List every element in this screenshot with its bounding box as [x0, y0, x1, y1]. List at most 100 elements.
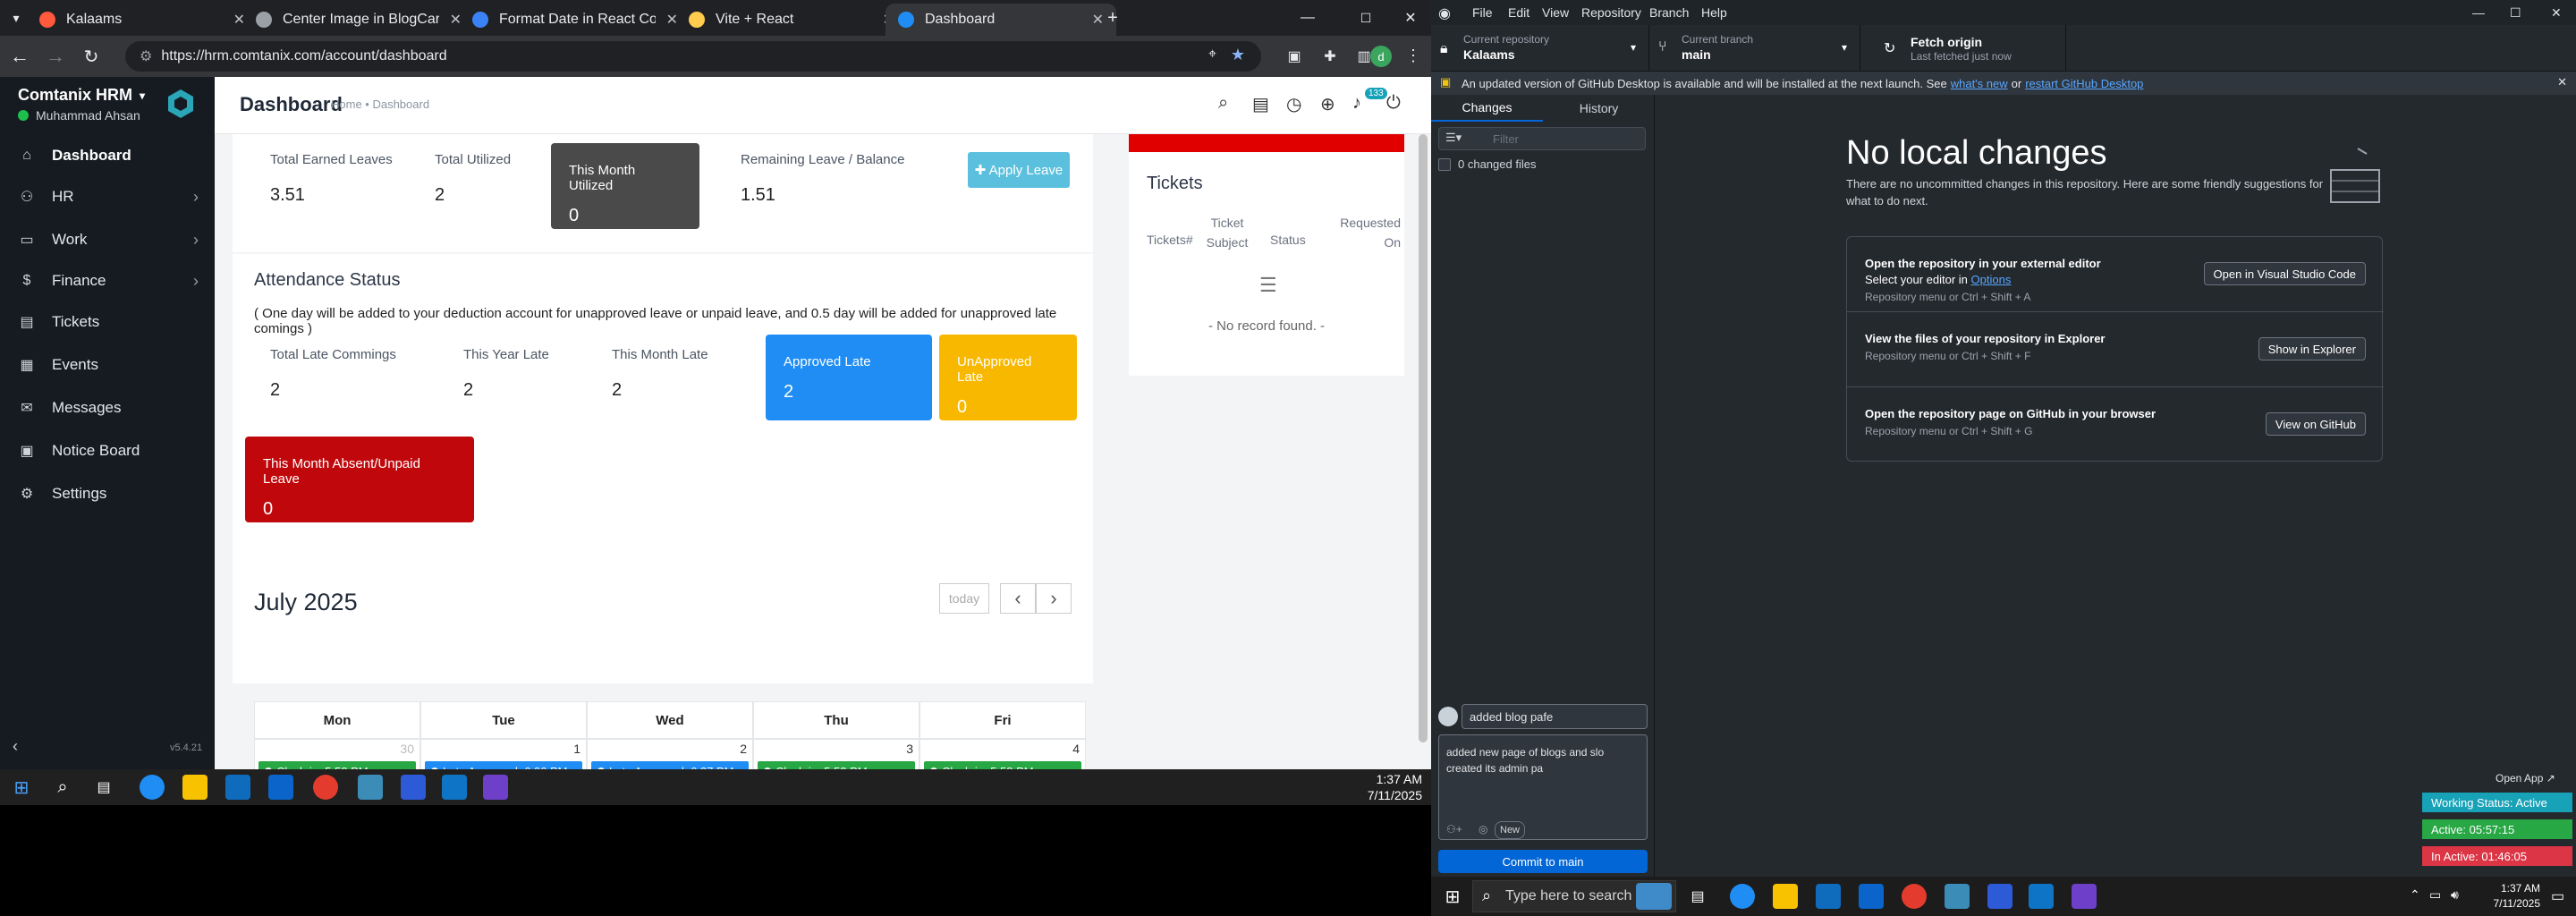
options-link[interactable]: Options: [1971, 273, 2012, 286]
forward-icon[interactable]: →: [39, 40, 72, 72]
calendar-event[interactable]: Clock-in: 5:52 PM: [758, 761, 915, 769]
profile-avatar[interactable]: d: [1370, 46, 1392, 67]
calendar-day-cell[interactable]: 1Late Approved: 6:06 PMActive Time: 02:3…: [420, 739, 587, 769]
today-button[interactable]: today: [939, 583, 989, 614]
copilot-icon[interactable]: ◎: [1479, 821, 1487, 837]
file-explorer-icon[interactable]: [182, 775, 208, 800]
sidebar-item-messages[interactable]: ✉ Messages: [0, 388, 215, 428]
store-icon[interactable]: [1816, 884, 1841, 909]
tab-changes[interactable]: Changes: [1431, 95, 1543, 122]
volume-icon[interactable]: 🔊︎: [2451, 887, 2459, 903]
show-in-explorer-button[interactable]: Show in Explorer: [2258, 337, 2366, 360]
store-icon[interactable]: [225, 775, 250, 800]
calendar-day-cell[interactable]: 3Clock-in: 5:52 PMActive Time: 07:20:49B…: [753, 739, 919, 769]
search-icon[interactable]: ⌕: [52, 776, 73, 798]
puzzle-icon[interactable]: ✚: [1320, 47, 1340, 66]
app-icon[interactable]: [1945, 884, 1970, 909]
close-icon[interactable]: ✕: [2557, 75, 2567, 89]
apply-leave-button[interactable]: ✚ Apply Leave: [968, 152, 1070, 188]
add-coauthor-icon[interactable]: ⚇+: [1446, 821, 1462, 837]
open-app-link[interactable]: Open App ↗: [2496, 769, 2572, 787]
site-info-icon[interactable]: ⚙: [140, 47, 152, 65]
power-icon[interactable]: ⏻: [1386, 93, 1401, 114]
commit-button[interactable]: Commit to main: [1438, 850, 1648, 873]
tab-dashboard[interactable]: Dashboard ✕: [886, 4, 1116, 36]
calendar-day-cell[interactable]: 4Clock-in: 5:58 PMActive Time: 07:03:32B…: [919, 739, 1086, 769]
bookmark-star-icon[interactable]: ★: [1231, 46, 1245, 64]
address-bar[interactable]: ⚙ https://hrm.comtanix.com/account/dashb…: [125, 41, 1261, 72]
whats-new-link[interactable]: what's new: [1951, 77, 2008, 90]
tab-center-image[interactable]: Center Image in BlogCard ✕: [243, 4, 474, 36]
sidebar-item-dashboard[interactable]: ⌂ Dashboard: [0, 136, 215, 175]
reload-icon[interactable]: ↻: [75, 40, 107, 72]
calendar-event[interactable]: Late Approved: 6:27 PM: [591, 761, 749, 769]
windows-start-icon[interactable]: ⊞: [11, 776, 32, 798]
menu-repository[interactable]: Repository: [1581, 5, 1641, 20]
open-in-vscode-button[interactable]: Open in Visual Studio Code: [2203, 262, 2366, 285]
fetch-origin-button[interactable]: ↻ Fetch origin Last fetched just now: [1860, 25, 2066, 72]
bell-icon[interactable]: ♪: [1352, 93, 1361, 114]
calendar-day-cell[interactable]: 30Clock-in: 5:58 PMActive Time: 07:07:09…: [254, 739, 420, 769]
menu-help[interactable]: Help: [1701, 5, 1727, 20]
github-desktop-icon[interactable]: [483, 775, 508, 800]
breadcrumb[interactable]: Home • Dashboard: [331, 98, 429, 111]
network-icon[interactable]: ▭: [2429, 887, 2441, 903]
tab-format-date[interactable]: Format Date in React Compone✕: [460, 4, 691, 36]
maximize-icon[interactable]: ☐: [1355, 7, 1377, 29]
task-view-icon[interactable]: ▤: [93, 776, 114, 798]
commit-description-input[interactable]: added new page of blogs and slo created i…: [1438, 734, 1648, 840]
collapse-sidebar-icon[interactable]: ‹: [13, 737, 18, 756]
calendar-event[interactable]: Clock-in: 5:58 PM: [924, 761, 1081, 769]
taskbar-search-box[interactable]: ⌕ Type here to search: [1472, 880, 1676, 912]
windows-start-icon[interactable]: ⊞: [1442, 886, 1463, 907]
window-close-icon[interactable]: ✕: [2551, 5, 2562, 21]
commit-summary-input[interactable]: added blog pafe: [1462, 704, 1648, 729]
notification-icon[interactable]: ▭: [2551, 887, 2564, 905]
filter-options-icon[interactable]: ☰▾: [1445, 131, 1462, 145]
select-all-checkbox[interactable]: [1438, 157, 1451, 171]
notes-icon[interactable]: ▤: [1252, 93, 1269, 115]
zoom-icon[interactable]: [401, 775, 426, 800]
task-view-icon[interactable]: ▤: [1687, 886, 1708, 907]
window-close-icon[interactable]: ✕: [1400, 7, 1421, 29]
chrome-icon[interactable]: [1902, 884, 1927, 909]
sidebar-item-work[interactable]: ▭ Work ›: [0, 220, 215, 259]
minimize-icon[interactable]: —: [1297, 7, 1318, 29]
location-icon[interactable]: ⌖: [1208, 47, 1216, 63]
sidebar-item-events[interactable]: ▦ Events: [0, 345, 215, 385]
search-icon[interactable]: ⌕: [1218, 93, 1228, 114]
calendar-day-cell[interactable]: 2Late Approved: 6:27 PMActive Time: 06:3…: [587, 739, 753, 769]
edge-icon[interactable]: [1730, 884, 1755, 909]
restart-link[interactable]: restart GitHub Desktop: [2025, 77, 2143, 90]
brand[interactable]: Comtanix HRM ▾: [18, 86, 145, 105]
extension-icon[interactable]: ▣: [1284, 47, 1304, 66]
clock[interactable]: 1:37 AM 7/11/2025: [1342, 771, 1422, 803]
edge-icon[interactable]: [140, 775, 165, 800]
tab-kalaams[interactable]: Kalaams ✕: [27, 4, 258, 36]
menu-kebab-icon[interactable]: ⋮: [1404, 45, 1422, 66]
app-icon[interactable]: [358, 775, 383, 800]
page-scrollbar[interactable]: [1419, 134, 1428, 742]
outlook-icon[interactable]: [268, 775, 293, 800]
menu-view[interactable]: View: [1542, 5, 1569, 20]
add-circle-icon[interactable]: ⊕: [1320, 93, 1335, 115]
menu-file[interactable]: File: [1472, 5, 1493, 20]
next-month-button[interactable]: ›: [1036, 583, 1072, 614]
chevron-up-icon[interactable]: ⌃: [2410, 887, 2420, 903]
sidebar-item-tickets[interactable]: ▤ Tickets: [0, 302, 215, 342]
prev-month-button[interactable]: ‹: [1000, 583, 1036, 614]
current-branch-picker[interactable]: ⑂ Current branch main ▾: [1649, 25, 1860, 72]
vscode-icon[interactable]: [2029, 884, 2054, 909]
tab-search-icon[interactable]: ▾: [5, 7, 27, 29]
zoom-icon[interactable]: [1987, 884, 2012, 909]
minimize-icon[interactable]: —: [2472, 5, 2485, 20]
current-repository-picker[interactable]: 🔒︎ Current repository Kalaams ▾: [1431, 25, 1649, 72]
outlook-icon[interactable]: [1859, 884, 1884, 909]
sidebar-item-settings[interactable]: ⚙ Settings: [0, 474, 215, 513]
github-desktop-icon[interactable]: [2072, 884, 2097, 909]
menu-edit[interactable]: Edit: [1508, 5, 1530, 20]
chrome-icon[interactable]: [313, 775, 338, 800]
vscode-icon[interactable]: [442, 775, 467, 800]
sidebar-item-notice-board[interactable]: ▣ Notice Board: [0, 431, 215, 471]
clock[interactable]: 1:37 AM 7/11/2025: [2469, 881, 2541, 912]
